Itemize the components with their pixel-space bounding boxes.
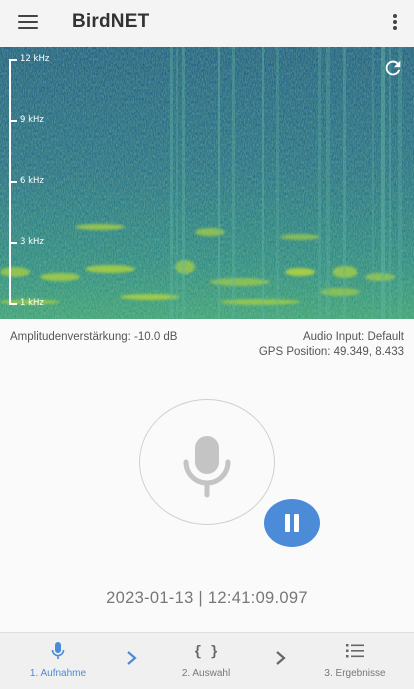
recording-info: Amplitudenverstärkung: -10.0 dB Audio In… xyxy=(0,319,414,369)
spectrogram-stripe xyxy=(372,47,374,319)
app-title: BirdNET xyxy=(72,11,150,32)
pause-icon-bar xyxy=(285,514,290,532)
hamburger-menu-icon[interactable] xyxy=(14,10,42,34)
pause-button[interactable] xyxy=(264,499,320,547)
spectrogram-energy-blob xyxy=(85,265,135,273)
frequency-axis: 12 kHz 9 kHz 6 kHz 3 kHz 1 kHz xyxy=(0,47,60,319)
svg-text:{ }: { } xyxy=(195,644,217,660)
freq-label-9khz: 9 kHz xyxy=(20,115,44,125)
spectrogram-stripe xyxy=(389,47,391,319)
audio-input-text: Audio Input: Default xyxy=(302,331,404,343)
bottom-navigation: 1. Aufnahme { } 2. Auswahl 3. Ergebnisse xyxy=(0,632,414,689)
spectrogram-stripe xyxy=(262,47,264,319)
freq-label-1khz: 1 kHz xyxy=(20,298,44,308)
recording-area: 2023-01-13 | 12:41:09.097 xyxy=(0,369,414,632)
nav-item-selection[interactable]: { } 2. Auswahl xyxy=(151,633,261,689)
microphone-icon xyxy=(183,436,231,498)
spectrogram-canvas xyxy=(0,47,414,319)
spectrogram-stripe xyxy=(276,47,279,319)
nav-item-results[interactable]: 3. Ergebnisse xyxy=(300,633,410,689)
spectrogram-stripe xyxy=(176,47,178,319)
freq-label-12khz: 12 kHz xyxy=(20,54,50,64)
spectrogram: 12 kHz 9 kHz 6 kHz 3 kHz 1 kHz xyxy=(0,47,414,319)
spectrogram-stripe xyxy=(398,47,402,319)
braces-icon: { } xyxy=(195,644,217,660)
app-bar: BirdNET xyxy=(0,0,414,44)
pause-icon-bar xyxy=(294,514,299,532)
spectrogram-stripe xyxy=(318,47,321,319)
spectrogram-stripe xyxy=(170,47,173,319)
freq-label-6khz: 6 kHz xyxy=(20,176,44,186)
spectrogram-stripe xyxy=(182,47,185,319)
amplification-text: Amplitudenverstärkung: -10.0 dB xyxy=(10,331,178,343)
nav-label-results: 3. Ergebnisse xyxy=(324,668,386,679)
nav-label-recording: 1. Aufnahme xyxy=(29,668,87,679)
spectrogram-energy-blob xyxy=(280,234,320,240)
spectrogram-stripe xyxy=(326,47,330,319)
recording-timestamp: 2023-01-13 | 12:41:09.097 xyxy=(106,589,308,607)
list-icon xyxy=(346,644,364,658)
nav-label-selection: 2. Auswahl xyxy=(181,668,231,679)
chevron-right-icon xyxy=(127,651,137,665)
gps-position-text: GPS Position: 49.349, 8.433 xyxy=(258,346,404,358)
record-button[interactable] xyxy=(139,399,275,525)
spectrogram-stripe xyxy=(232,47,235,319)
chevron-right-icon xyxy=(276,651,286,665)
spectrogram-stripe xyxy=(218,47,220,319)
spectrogram-stripe xyxy=(381,47,385,319)
mic-icon xyxy=(51,642,65,659)
nav-item-recording[interactable]: 1. Aufnahme xyxy=(3,633,113,689)
spectrogram-energy-blob xyxy=(285,268,315,276)
spectrogram-energy-blob xyxy=(75,224,125,230)
freq-label-3khz: 3 kHz xyxy=(20,237,44,247)
spectrogram-stripe xyxy=(343,47,346,319)
spectrogram-energy-blob xyxy=(195,228,225,236)
refresh-icon[interactable] xyxy=(382,57,404,79)
overflow-menu-icon[interactable] xyxy=(388,10,402,34)
